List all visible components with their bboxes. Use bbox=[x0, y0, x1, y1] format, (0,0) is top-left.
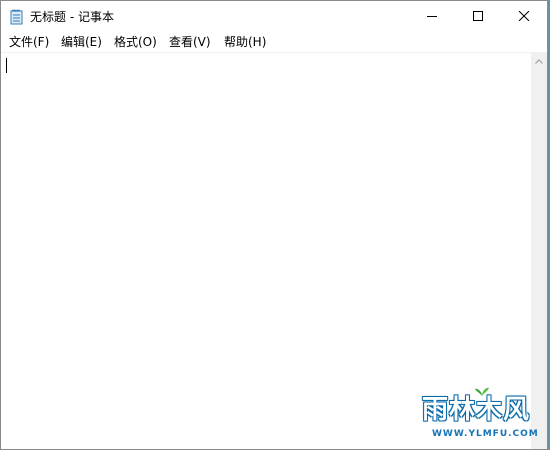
notepad-window: 无标题 - 记事本 文件(F) 编辑(E) 格式(O) 查看(V) 帮助(H) bbox=[0, 0, 548, 450]
text-caret bbox=[6, 58, 7, 73]
menu-file[interactable]: 文件(F) bbox=[9, 34, 49, 50]
menu-view[interactable]: 查看(V) bbox=[169, 34, 211, 50]
menu-bar: 文件(F) 编辑(E) 格式(O) 查看(V) 帮助(H) bbox=[1, 32, 547, 52]
watermark-logo: 雨林木风 WWW.YLMFU.COM bbox=[414, 383, 548, 447]
title-bar[interactable]: 无标题 - 记事本 bbox=[1, 1, 547, 32]
menu-edit[interactable]: 编辑(E) bbox=[61, 34, 102, 50]
chevron-up-icon bbox=[535, 59, 543, 64]
notepad-icon[interactable] bbox=[10, 9, 24, 25]
minimize-button[interactable] bbox=[409, 1, 455, 31]
window-title: 无标题 - 记事本 bbox=[30, 10, 114, 24]
close-button[interactable] bbox=[501, 1, 547, 31]
watermark-url: WWW.YLMFU.COM bbox=[432, 429, 539, 439]
minimize-icon bbox=[427, 16, 437, 17]
maximize-icon bbox=[473, 11, 483, 21]
watermark-text: 雨林木风 bbox=[422, 395, 531, 425]
menu-format[interactable]: 格式(O) bbox=[114, 34, 157, 50]
menu-help[interactable]: 帮助(H) bbox=[224, 34, 266, 50]
scroll-up-button[interactable] bbox=[531, 53, 547, 70]
maximize-button[interactable] bbox=[455, 1, 501, 31]
close-icon bbox=[519, 11, 529, 21]
